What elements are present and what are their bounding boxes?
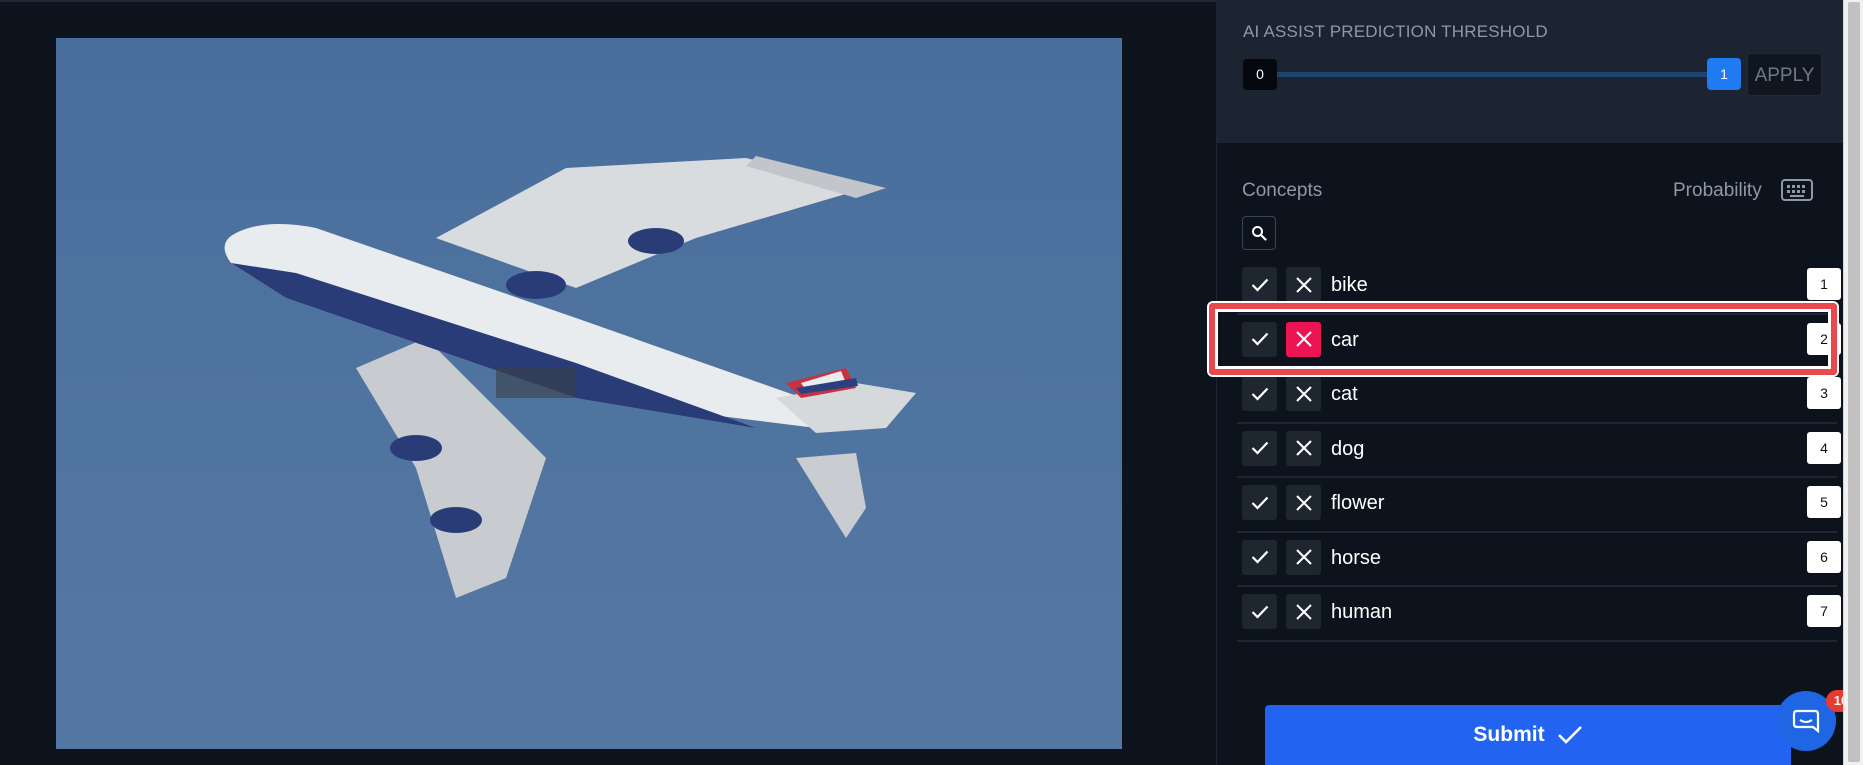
reject-button[interactable] <box>1286 594 1321 629</box>
threshold-slider-track[interactable] <box>1269 72 1717 77</box>
checkmark-icon <box>1251 441 1268 455</box>
shortcut-badge: 4 <box>1807 431 1841 464</box>
close-icon <box>1295 385 1312 402</box>
reject-button[interactable] <box>1286 485 1321 520</box>
close-icon <box>1295 331 1312 347</box>
reject-button[interactable] <box>1286 539 1321 575</box>
accept-button[interactable] <box>1242 485 1277 520</box>
accept-button[interactable] <box>1242 594 1277 629</box>
annotation-panel: AI ASSIST PREDICTION THRESHOLD 0 1 APPLY… <box>1216 0 1843 765</box>
probability-header: Probability <box>1673 180 1762 201</box>
threshold-title: AI ASSIST PREDICTION THRESHOLD <box>1243 22 1548 41</box>
checkmark-icon <box>1251 387 1268 401</box>
concept-label: horse <box>1331 546 1382 569</box>
concept-row-selected: car 2 <box>1237 315 1841 370</box>
scrollbar-thumb[interactable] <box>1848 2 1860 762</box>
close-icon <box>1295 603 1312 620</box>
search-icon <box>1252 226 1267 241</box>
reject-button[interactable] <box>1286 376 1321 411</box>
accept-button[interactable] <box>1242 321 1277 357</box>
checkmark-icon <box>1251 332 1268 346</box>
reject-button[interactable] <box>1286 267 1321 302</box>
scrollbar[interactable] <box>1843 0 1863 765</box>
airplane-illustration <box>224 156 916 598</box>
concept-label: bike <box>1331 274 1368 296</box>
concept-row: horse 6 <box>1237 533 1841 587</box>
threshold-section: AI ASSIST PREDICTION THRESHOLD 0 1 APPLY <box>1217 0 1843 143</box>
concept-label: cat <box>1331 383 1358 405</box>
concept-row: dog 4 <box>1237 424 1841 478</box>
concepts-header: Concepts <box>1242 180 1323 201</box>
threshold-min-label: 0 <box>1243 59 1277 90</box>
shortcut-badge: 7 <box>1807 595 1841 627</box>
accept-button[interactable] <box>1242 539 1277 575</box>
checkmark-icon <box>1251 496 1268 510</box>
concept-label: car <box>1331 328 1359 351</box>
shortcut-badge: 3 <box>1807 377 1841 409</box>
apply-button[interactable]: APPLY <box>1747 53 1822 96</box>
accept-button[interactable] <box>1242 376 1277 411</box>
close-icon <box>1295 494 1312 511</box>
image-viewer <box>0 2 1216 765</box>
airplane-image <box>56 38 1122 749</box>
checkmark-icon <box>1557 726 1582 744</box>
shortcut-badge: 5 <box>1807 486 1841 518</box>
concept-row: flower 5 <box>1237 478 1841 533</box>
close-icon <box>1295 276 1312 293</box>
concept-row: human 7 <box>1237 587 1841 642</box>
shortcut-badge: 6 <box>1807 540 1841 573</box>
chat-icon <box>1792 709 1820 734</box>
concept-label: flower <box>1331 492 1385 514</box>
checkmark-icon <box>1251 605 1268 619</box>
close-icon <box>1295 440 1312 456</box>
checkmark-icon <box>1251 550 1268 564</box>
concept-row: bike 1 <box>1237 260 1841 315</box>
keyboard-icon[interactable] <box>1781 176 1813 202</box>
checkmark-icon <box>1251 278 1268 292</box>
concept-label: human <box>1331 601 1393 623</box>
submit-label: Submit <box>1473 723 1545 746</box>
close-icon <box>1295 549 1312 565</box>
search-button[interactable] <box>1242 216 1276 250</box>
shortcut-badge: 2 <box>1807 322 1841 355</box>
reject-button[interactable] <box>1286 430 1321 466</box>
concept-list: bike 1 car 2 cat 3 dog 4 flower 5 horse … <box>1237 260 1841 642</box>
concept-label: dog <box>1331 437 1365 460</box>
accept-button[interactable] <box>1242 430 1277 466</box>
submit-button[interactable]: Submit <box>1265 705 1791 765</box>
reject-button-active[interactable] <box>1286 321 1321 357</box>
accept-button[interactable] <box>1242 267 1277 302</box>
concept-row: cat 3 <box>1237 369 1841 424</box>
threshold-slider-handle[interactable]: 1 <box>1707 58 1741 90</box>
shortcut-badge: 1 <box>1807 268 1841 300</box>
